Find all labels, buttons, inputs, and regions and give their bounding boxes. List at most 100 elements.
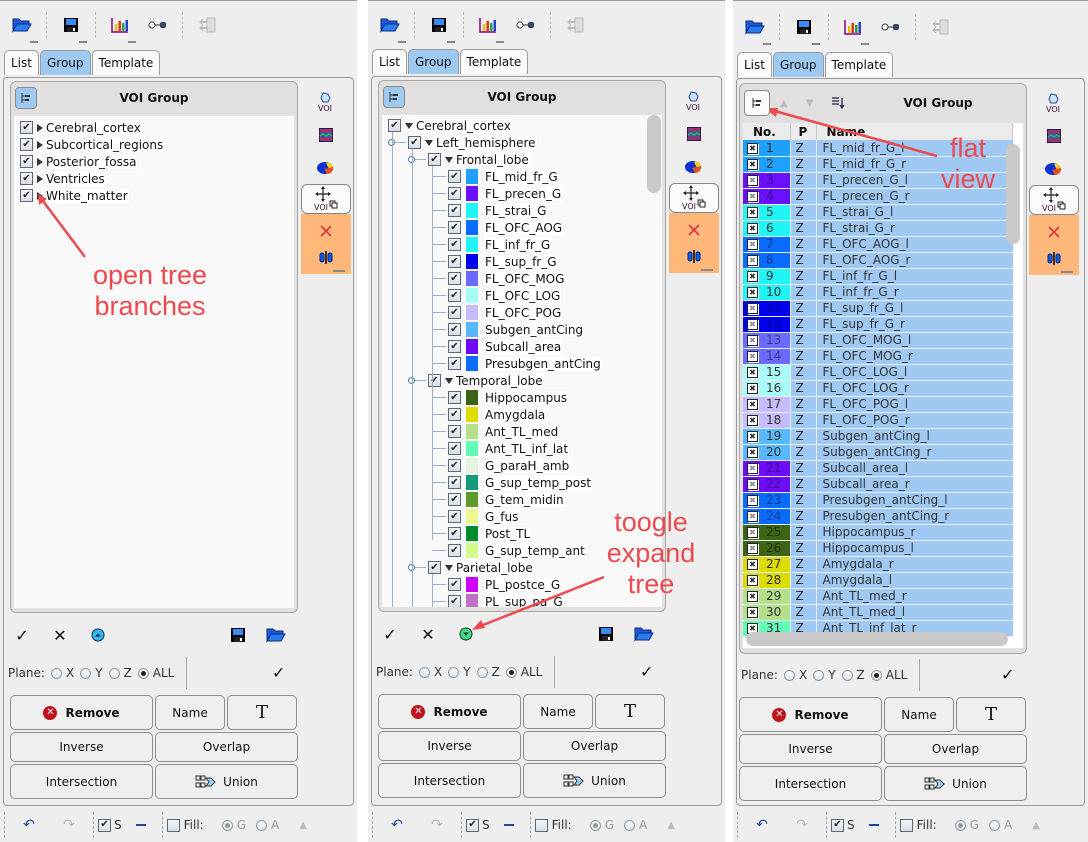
name-button[interactable]: Name — [155, 695, 225, 730]
union-button[interactable]: Union — [884, 766, 1027, 801]
tree-voi-node[interactable]: ✔ Ant_TL_med — [448, 423, 560, 440]
visibility-checkbox[interactable]: ✖ — [747, 271, 758, 282]
voi-color-swatch[interactable] — [466, 186, 478, 201]
tree-voi-node[interactable]: ✔ G_sup_temp_post — [448, 474, 593, 491]
tree-node[interactable]: ✔ Ventricles — [20, 170, 294, 187]
tree-voi-node[interactable]: ✔ Subgen_antCing — [448, 321, 585, 338]
voi-color-swatch[interactable] — [466, 237, 478, 252]
tree-voi-node[interactable]: ✔ FL_OFC_MOG — [448, 270, 566, 287]
checkbox[interactable]: ✔ — [831, 818, 844, 832]
line-width-button[interactable] — [503, 824, 514, 826]
visibility-checkbox[interactable]: ✖ — [747, 495, 758, 506]
plane-all-radio[interactable] — [137, 667, 149, 679]
union-button[interactable]: Union — [155, 764, 298, 799]
table-row[interactable]: ✖ 15 Z FL_OFC_LOG_l — [743, 364, 1013, 381]
save-button[interactable] — [425, 13, 455, 43]
tree-voi-node[interactable]: ✔ FL_strai_G — [448, 202, 548, 219]
move-voi-button[interactable] — [1029, 185, 1079, 215]
name-button[interactable]: Name — [523, 694, 593, 729]
tree-voi-node[interactable]: ✔ FL_OFC_LOG — [448, 287, 562, 304]
remove-button[interactable]: ✕ Remove — [10, 695, 153, 730]
tree-view-toggle-button[interactable] — [744, 90, 770, 116]
visibility-checkbox[interactable]: ✖ — [747, 591, 758, 602]
visibility-checkbox[interactable]: ✖ — [747, 607, 758, 618]
tree-voi-node[interactable]: ✔ Post_TL — [448, 525, 532, 542]
voi-button[interactable] — [301, 85, 351, 118]
table-row[interactable]: ✖ 11 Z FL_sup_fr_G_l — [743, 300, 1013, 317]
table-row[interactable]: ✖ 19 Z Subgen_antCing_l — [743, 428, 1013, 445]
tree-group-node[interactable]: ✔ Frontal_lobe — [428, 151, 530, 168]
overlap-button[interactable]: Overlap — [523, 731, 666, 761]
fill-checkbox[interactable]: Fill: — [534, 818, 572, 832]
checkbox[interactable]: ✔ — [448, 527, 461, 540]
fill-g-radio[interactable] — [221, 819, 233, 831]
table-row[interactable]: ✖ 28 Z Amygdala_l — [743, 572, 1013, 589]
name-button[interactable]: Name — [884, 697, 954, 732]
checkbox[interactable]: ✔ — [448, 272, 461, 285]
checkbox[interactable] — [534, 818, 548, 832]
visibility-checkbox[interactable]: ✖ — [747, 319, 758, 330]
tab-group[interactable]: Group — [407, 49, 459, 74]
table-row[interactable]: ✖ 20 Z Subgen_antCing_r — [743, 444, 1013, 461]
split-voi-button[interactable] — [301, 244, 351, 270]
tree-voi-node[interactable]: ✔ G_paraH_amb — [448, 457, 571, 474]
delete-voi-button[interactable] — [669, 217, 719, 243]
table-row[interactable]: ✖ 24 Z Presubgen_antCing_r — [743, 508, 1013, 525]
brain-render-button[interactable] — [301, 151, 351, 184]
visibility-checkbox[interactable]: ✖ — [747, 207, 758, 218]
remove-button[interactable]: ✕ Remove — [378, 694, 521, 729]
voi-button[interactable] — [669, 84, 719, 117]
tree-voi-node[interactable]: ✔ Presubgen_antCing — [448, 355, 602, 372]
split-voi-button[interactable] — [669, 243, 719, 269]
visibility-checkbox[interactable]: ✖ — [747, 175, 758, 186]
table-row[interactable]: ✖ 9 Z FL_inf_fr_G_l — [743, 268, 1013, 285]
voi-color-swatch[interactable] — [466, 475, 478, 490]
check-all-button[interactable]: ✓ — [10, 625, 34, 645]
checkbox[interactable]: ✔ — [448, 306, 461, 319]
line-width-button[interactable] — [868, 824, 879, 826]
table-row[interactable]: ✖ 12 Z FL_sup_fr_G_r — [743, 316, 1013, 333]
visibility-checkbox[interactable]: ✖ — [747, 415, 758, 426]
tree-voi-node[interactable]: ✔ Hippocampus — [448, 389, 569, 406]
inverse-button[interactable]: Inverse — [378, 731, 521, 761]
lut-button[interactable] — [301, 118, 351, 151]
tab-group[interactable]: Group — [772, 52, 824, 77]
apply-button[interactable]: ✓ — [640, 662, 653, 681]
voi-color-swatch[interactable] — [466, 509, 478, 524]
export-button[interactable] — [561, 13, 589, 37]
checkbox[interactable]: ✔ — [448, 510, 461, 523]
tree-view-toggle-button[interactable] — [383, 85, 405, 108]
show-checkbox[interactable]: ✔ S — [98, 818, 122, 832]
intersection-button[interactable]: Intersection — [10, 764, 153, 799]
visibility-checkbox[interactable]: ✖ — [747, 431, 758, 442]
visibility-checkbox[interactable]: ✖ — [747, 367, 758, 378]
visibility-checkbox[interactable]: ✖ — [747, 159, 758, 170]
checkbox[interactable]: ✔ — [448, 408, 461, 421]
redo-button[interactable]: ↷ — [782, 817, 822, 833]
checkbox[interactable]: ✔ — [428, 153, 441, 166]
save-button[interactable] — [57, 13, 87, 43]
table-row[interactable]: ✖ 10 Z FL_inf_fr_G_r — [743, 284, 1013, 301]
checkbox[interactable]: ✔ — [448, 476, 461, 489]
checkbox[interactable]: ✔ — [448, 357, 461, 370]
plane-z-radio[interactable] — [476, 666, 488, 678]
checkbox[interactable]: ✔ — [448, 391, 461, 404]
apply-button[interactable]: ✓ — [272, 663, 285, 682]
table-row[interactable]: ✖ 23 Z Presubgen_antCing_l — [743, 492, 1013, 509]
visibility-checkbox[interactable]: ✖ — [747, 383, 758, 394]
checkbox[interactable]: ✔ — [448, 221, 461, 234]
collapse-tree-button[interactable] — [86, 625, 110, 645]
inverse-button[interactable]: Inverse — [739, 734, 882, 764]
tab-group[interactable]: Group — [39, 50, 91, 75]
plane-x-radio[interactable] — [783, 669, 795, 681]
save-group-button[interactable] — [226, 625, 250, 645]
fill-g-radio[interactable] — [589, 819, 601, 831]
plane-y-radio[interactable] — [813, 669, 825, 681]
voi-color-swatch[interactable] — [466, 288, 478, 303]
plane-all-radio[interactable] — [870, 669, 882, 681]
table-row[interactable]: ✖ 26 Z Hippocampus_l — [743, 540, 1013, 557]
collapse-triangle-icon[interactable] — [445, 564, 453, 571]
tab-list[interactable]: List — [372, 49, 407, 74]
visibility-checkbox[interactable]: ✖ — [747, 559, 758, 570]
expand-up-button[interactable]: ▲ — [1032, 820, 1040, 831]
